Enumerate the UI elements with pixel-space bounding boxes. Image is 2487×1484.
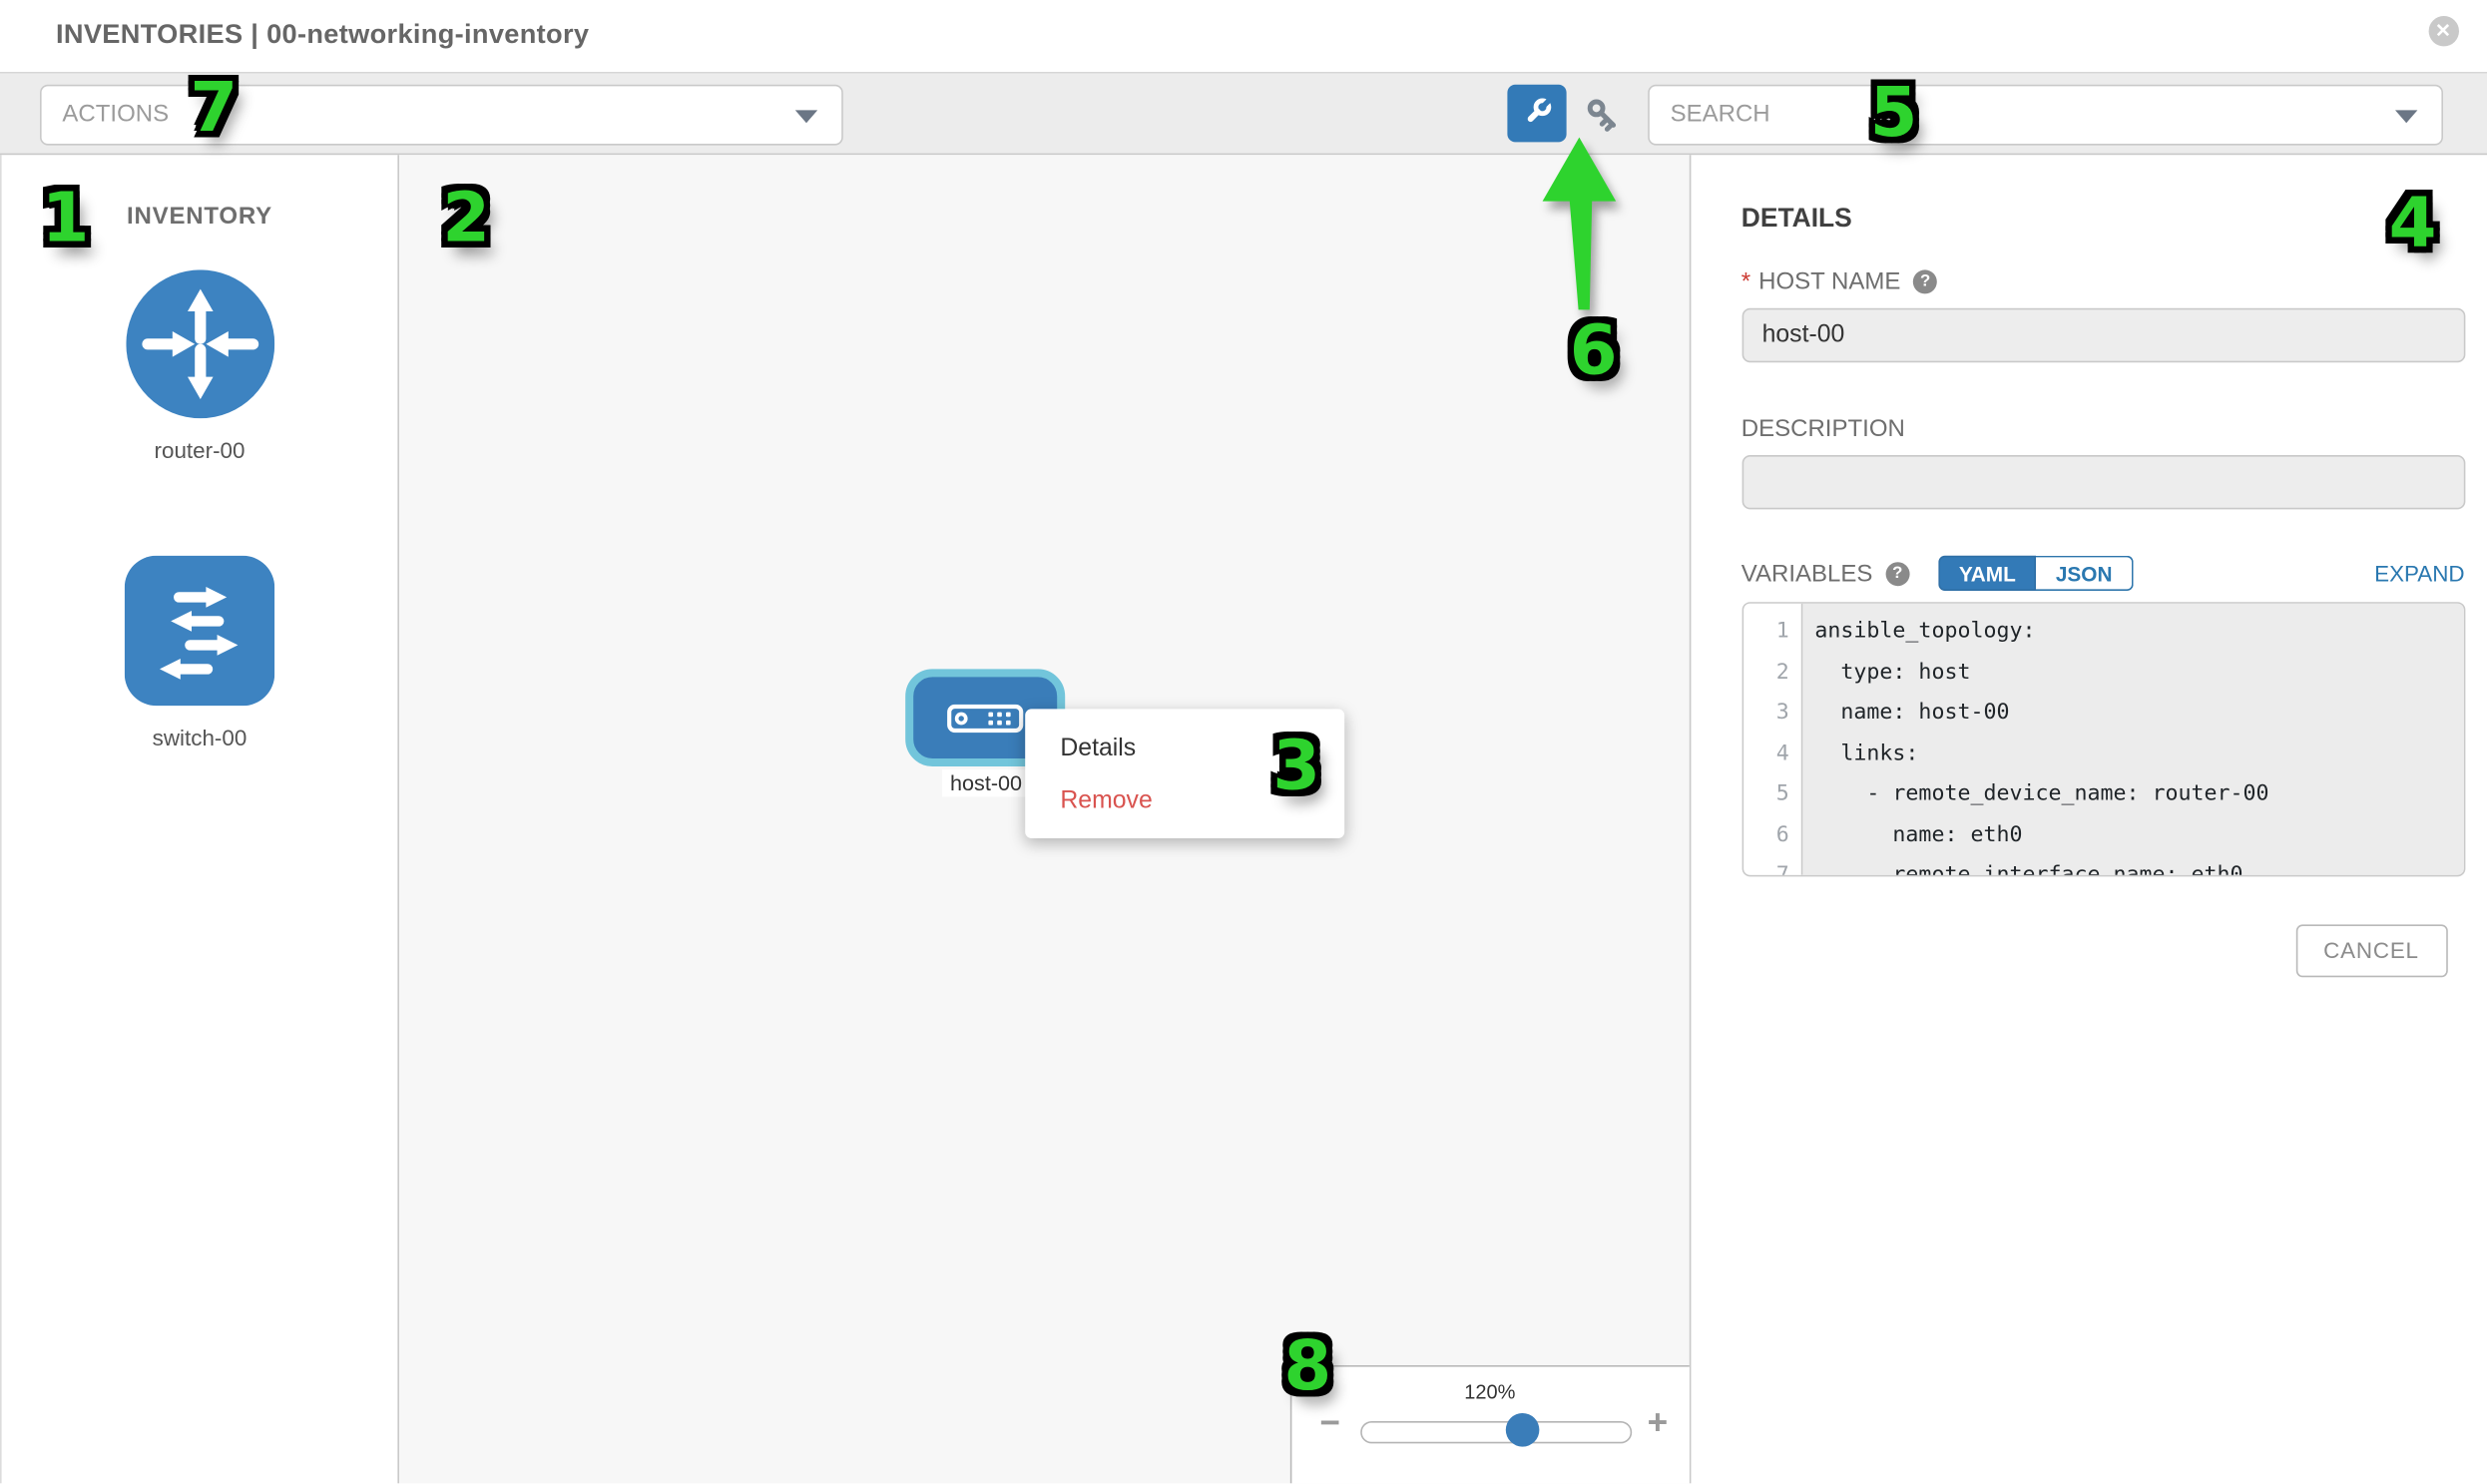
sidebar-heading: INVENTORY: [2, 203, 398, 230]
sidebar-item-label: router-00: [2, 437, 398, 463]
yaml-toggle-button[interactable]: YAML: [1938, 556, 2037, 591]
header-bar: INVENTORIES | 00-networking-inventory ✕: [0, 0, 2487, 73]
line-number: 4: [1742, 734, 1800, 774]
host-name-label: HOST NAME: [1758, 268, 1900, 295]
actions-dropdown[interactable]: ACTIONS: [40, 85, 843, 145]
switch-icon: [125, 556, 274, 706]
description-label: DESCRIPTION: [1741, 415, 1905, 442]
host-name-label-row: * HOST NAME ?: [1741, 268, 2465, 295]
description-label-row: DESCRIPTION: [1741, 415, 2465, 442]
inventory-topology-app: INVENTORIES | 00-networking-inventory ✕ …: [0, 0, 2487, 1484]
line-number: 3: [1742, 693, 1800, 734]
code-line: remote_interface_name: eth0: [1814, 856, 2463, 877]
variables-label: VARIABLES: [1741, 560, 1873, 587]
code-line: ansible_topology:: [1814, 612, 2463, 653]
sidebar-item-label: switch-00: [2, 725, 398, 750]
router-icon: [126, 269, 274, 418]
cancel-row: CANCEL: [1741, 924, 2465, 977]
required-asterisk: *: [1741, 268, 1750, 295]
context-menu: Details Remove: [1025, 709, 1344, 838]
inventory-sidebar: INVENTORY: [0, 155, 399, 1484]
code-line: links:: [1814, 734, 2463, 774]
key-icon: [1583, 94, 1625, 136]
wrench-icon: [1520, 96, 1554, 130]
editor-code-area[interactable]: ansible_topology: type: host name: host-…: [1802, 604, 2463, 875]
zoom-level-readout: 120%: [1291, 1381, 1689, 1403]
editor-line-numbers: 1 2 3 4 5 6 7: [1742, 604, 1801, 875]
expand-link[interactable]: EXPAND: [2374, 561, 2464, 587]
code-line: type: host: [1814, 653, 2463, 694]
json-toggle-button[interactable]: JSON: [2037, 556, 2134, 591]
search-dropdown-label: SEARCH: [1671, 101, 1770, 128]
code-line: name: host-00: [1814, 693, 2463, 734]
page-title: INVENTORIES | 00-networking-inventory: [56, 19, 589, 51]
zoom-out-button[interactable]: −: [1319, 1402, 1340, 1444]
variables-row: VARIABLES ? YAML JSON EXPAND: [1741, 556, 2465, 591]
chevron-down-icon: [795, 110, 817, 123]
zoom-slider-track[interactable]: [1359, 1421, 1631, 1443]
actions-dropdown-label: ACTIONS: [62, 101, 169, 128]
zoom-control: 120% − +: [1289, 1365, 1689, 1484]
variables-editor[interactable]: 1 2 3 4 5 6 7 ansible_topology: type: ho…: [1741, 602, 2465, 876]
context-menu-remove[interactable]: Remove: [1025, 774, 1344, 827]
host-node-label: host-00: [942, 769, 1030, 796]
code-line: name: eth0: [1814, 815, 2463, 856]
sidebar-item-switch[interactable]: switch-00: [2, 556, 398, 750]
toolbar: ACTIONS SEARCH: [0, 73, 2487, 155]
tools-button[interactable]: [1507, 84, 1566, 142]
close-icon[interactable]: ✕: [2428, 16, 2458, 46]
code-line: - remote_device_name: router-00: [1814, 774, 2463, 815]
chevron-down-icon: [2395, 110, 2417, 123]
main-area: INVENTORY: [0, 155, 2487, 1484]
cancel-button[interactable]: CANCEL: [2295, 924, 2447, 977]
topology-canvas[interactable]: host-00 Details Remove 120% − +: [399, 155, 1691, 1484]
details-title: DETAILS: [1741, 205, 2465, 235]
zoom-slider-thumb[interactable]: [1505, 1414, 1539, 1448]
zoom-in-button[interactable]: +: [1648, 1402, 1669, 1444]
key-button[interactable]: [1583, 94, 1625, 136]
line-number: 1: [1742, 612, 1800, 653]
host-name-input[interactable]: [1741, 308, 2465, 362]
description-input[interactable]: [1741, 455, 2465, 509]
line-number: 6: [1742, 815, 1800, 856]
help-icon[interactable]: ?: [1885, 561, 1909, 585]
help-icon[interactable]: ?: [1913, 269, 1937, 293]
line-number: 2: [1742, 653, 1800, 694]
search-dropdown[interactable]: SEARCH: [1648, 85, 2443, 145]
sidebar-item-router[interactable]: router-00: [2, 269, 398, 463]
variables-format-toggle: YAML JSON: [1938, 556, 2133, 591]
line-number: 7: [1742, 856, 1800, 877]
details-panel: DETAILS * HOST NAME ? DESCRIPTION VARIAB…: [1691, 155, 2487, 1484]
context-menu-details[interactable]: Details: [1025, 722, 1344, 774]
line-number: 5: [1742, 774, 1800, 815]
host-icon: [947, 704, 1024, 733]
